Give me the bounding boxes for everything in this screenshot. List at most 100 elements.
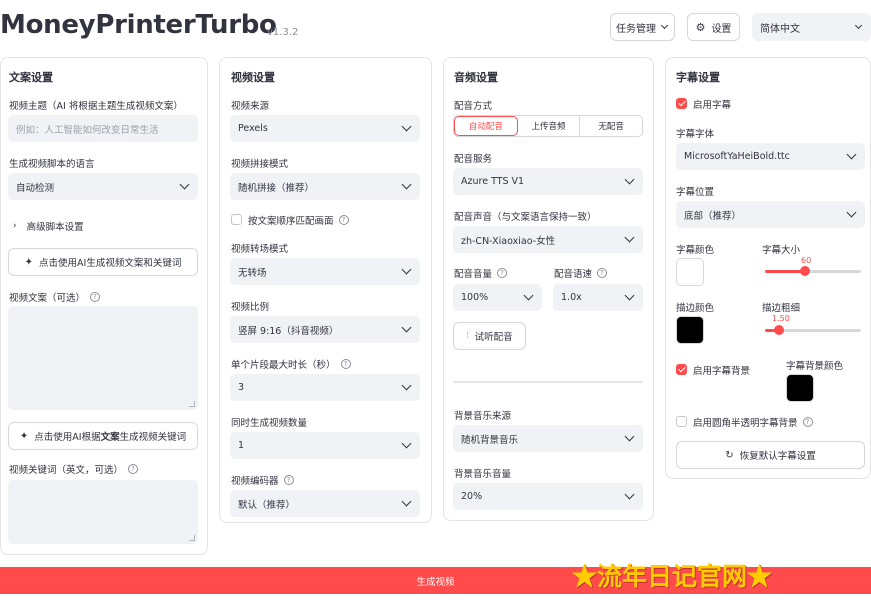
bgm-source-label: 背景音乐来源 bbox=[454, 411, 512, 422]
video-count-select[interactable]: 1 bbox=[230, 432, 420, 459]
stroke-width-value: 1.50 bbox=[772, 314, 790, 323]
bgm-source-select[interactable]: 随机背景音乐 bbox=[453, 425, 643, 452]
concat-mode-select[interactable]: 随机拼接（推荐） bbox=[230, 173, 420, 200]
codec-label-text: 视频编码器 bbox=[231, 476, 279, 487]
voice-volume-label-text: 配音音量 bbox=[454, 269, 493, 280]
chevron-down-icon bbox=[401, 496, 412, 507]
help-icon[interactable]: ? bbox=[283, 475, 294, 485]
script-language-value: 自动检测 bbox=[16, 182, 55, 194]
bgm-volume-select[interactable]: 20% bbox=[453, 483, 643, 510]
voice-rate-label-text: 配音语速 bbox=[554, 269, 593, 280]
video-source-select[interactable]: Pexels bbox=[230, 115, 420, 142]
help-icon[interactable]: ? bbox=[340, 359, 351, 369]
subtitle-font-value: MicrosoftYaHeiBold.ttc bbox=[684, 151, 790, 162]
script-text-label-text: 视频文案（可选） bbox=[9, 293, 86, 304]
advanced-script-expander[interactable]: › 高级脚本设置 bbox=[13, 219, 84, 233]
rounded-bg-checkbox[interactable] bbox=[676, 416, 687, 427]
task-manager-button[interactable]: 任务管理 bbox=[610, 13, 675, 41]
chevron-down-icon bbox=[660, 21, 669, 30]
generate-script-button[interactable]: ✦ 点击使用AI生成视频文案和关键词 bbox=[8, 248, 198, 276]
chevron-down-icon bbox=[401, 322, 412, 333]
aspect-ratio-select[interactable]: 竖屏 9:16（抖音视频） bbox=[230, 316, 420, 343]
chevron-down-icon bbox=[624, 290, 635, 301]
preview-voice-button[interactable]: ⫶ 试听配音 bbox=[453, 322, 526, 350]
app-title: MoneyPrinterTurbo bbox=[0, 10, 277, 40]
chevron-down-icon bbox=[401, 121, 412, 132]
subtitle-position-select[interactable]: 底部（推荐） bbox=[676, 201, 865, 228]
help-icon[interactable]: ? bbox=[497, 268, 508, 278]
script-language-select[interactable]: 自动检测 bbox=[8, 173, 198, 200]
generate-keywords-button[interactable]: ✦ 点击使用AI根据文案生成视频关键词 bbox=[8, 422, 198, 450]
transition-select[interactable]: 无转场 bbox=[230, 258, 420, 285]
voice-mode-upload[interactable]: 上传音频 bbox=[518, 116, 581, 136]
keywords-textarea[interactable] bbox=[8, 480, 198, 544]
resize-handle-icon[interactable] bbox=[189, 401, 195, 407]
audio-panel-title: 音频设置 bbox=[454, 71, 498, 84]
voice-mode-segmented: 自动配音 上传音频 无配音 bbox=[453, 115, 643, 137]
script-textarea[interactable] bbox=[8, 306, 198, 410]
voice-name-select[interactable]: zh-CN-Xiaoxiao-女性 bbox=[453, 226, 643, 253]
subject-input[interactable]: 例如：人工智能如何改变日常生活 bbox=[8, 115, 198, 142]
stroke-color-label: 描边颜色 bbox=[676, 303, 715, 314]
bgm-volume-label: 背景音乐音量 bbox=[454, 469, 512, 480]
max-clip-label: 单个片段最大时长（秒） ? bbox=[231, 357, 351, 371]
enable-subtitle-checkbox[interactable] bbox=[676, 98, 687, 109]
generate-keywords-bold: 文案 bbox=[100, 432, 120, 443]
settings-button[interactable]: ⚙ 设置 bbox=[687, 13, 740, 41]
voice-volume-select[interactable]: 100% bbox=[453, 284, 542, 311]
chevron-down-icon bbox=[179, 179, 190, 190]
voice-mode-none[interactable]: 无配音 bbox=[580, 116, 642, 136]
stroke-width-slider[interactable] bbox=[765, 325, 861, 335]
help-icon[interactable]: ? bbox=[597, 268, 608, 278]
resize-handle-icon[interactable] bbox=[189, 535, 195, 541]
chevron-right-icon: › bbox=[13, 221, 17, 231]
enable-subtitle-bg-checkbox[interactable] bbox=[676, 364, 687, 375]
subtitle-size-slider[interactable] bbox=[765, 266, 861, 276]
chevron-down-icon bbox=[401, 264, 412, 275]
language-select[interactable]: 简体中文 bbox=[752, 13, 871, 41]
script-language-label: 生成视频脚本的语言 bbox=[9, 159, 95, 170]
generate-keywords-label: 点击使用AI根据文案生成视频关键词 bbox=[34, 429, 186, 443]
help-icon[interactable]: ? bbox=[128, 464, 139, 474]
voice-mode-auto[interactable]: 自动配音 bbox=[454, 116, 518, 136]
subtitle-position-label: 字幕位置 bbox=[676, 187, 715, 198]
chevron-down-icon bbox=[846, 207, 857, 218]
enable-subtitle-bg-label: 启用字幕背景 bbox=[693, 366, 751, 377]
subtitle-bg-color-label: 字幕背景颜色 bbox=[786, 361, 844, 372]
subject-placeholder: 例如：人工智能如何改变日常生活 bbox=[16, 124, 159, 136]
settings-label: 设置 bbox=[711, 23, 732, 35]
refresh-icon: ↻ bbox=[725, 449, 734, 461]
sparkle-icon: ✦ bbox=[19, 430, 29, 442]
script-panel-title: 文案设置 bbox=[9, 71, 53, 84]
bgm-source-value: 随机背景音乐 bbox=[461, 434, 519, 446]
max-clip-select[interactable]: 3 bbox=[230, 374, 420, 401]
subtitle-font-select[interactable]: MicrosoftYaHeiBold.ttc bbox=[676, 143, 865, 170]
video-panel-title: 视频设置 bbox=[231, 71, 275, 84]
subtitle-bg-color-swatch[interactable] bbox=[786, 374, 814, 402]
subtitle-size-label: 字幕大小 bbox=[762, 245, 801, 256]
help-icon[interactable]: ? bbox=[338, 215, 349, 225]
reset-subtitle-button[interactable]: ↻ 恢复默认字幕设置 bbox=[676, 441, 865, 469]
subtitle-size-value: 60 bbox=[801, 256, 812, 265]
voice-name-value: zh-CN-Xiaoxiao-女性 bbox=[461, 235, 556, 247]
generate-keywords-suffix: 生成视频关键词 bbox=[119, 432, 187, 443]
subtitle-size-fill bbox=[765, 270, 806, 273]
voice-mode-label: 配音方式 bbox=[454, 101, 493, 112]
match-order-label: 按文案顺序匹配画面 ? bbox=[248, 213, 349, 227]
chevron-down-icon bbox=[624, 174, 635, 185]
voice-service-select[interactable]: Azure TTS V1 bbox=[453, 168, 643, 195]
gear-icon: ⚙ bbox=[695, 20, 706, 34]
chevron-down-icon bbox=[624, 232, 635, 243]
voice-rate-select[interactable]: 1.0x bbox=[553, 284, 643, 311]
chevron-down-icon bbox=[624, 489, 635, 500]
help-icon[interactable]: ? bbox=[90, 292, 101, 302]
subtitle-color-label: 字幕颜色 bbox=[676, 245, 715, 256]
codec-select[interactable]: 默认（推荐） bbox=[230, 490, 420, 517]
help-icon[interactable]: ? bbox=[802, 417, 813, 427]
stroke-color-swatch[interactable] bbox=[676, 316, 704, 344]
waveform-icon: ⫶ bbox=[466, 331, 469, 341]
subject-label: 视频主题（AI 将根据主题生成视频文案） bbox=[9, 101, 183, 112]
match-order-checkbox[interactable] bbox=[231, 214, 242, 225]
subtitle-color-swatch[interactable] bbox=[676, 258, 704, 286]
script-text-label: 视频文案（可选） ? bbox=[9, 290, 101, 304]
